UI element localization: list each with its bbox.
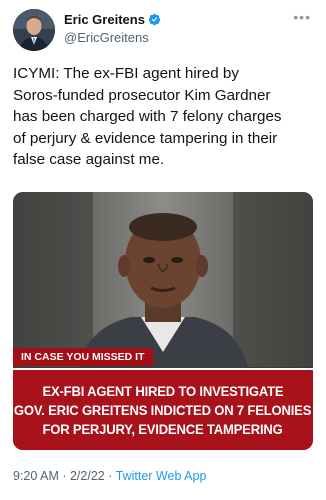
headline-banner: EX-FBI AGENT HIRED TO INVESTIGATE GOV. E…: [13, 368, 313, 450]
tweet-media[interactable]: IN CASE YOU MISSED IT EX-FBI AGENT HIRED…: [13, 192, 313, 450]
headline-line: GOV. ERIC GREITENS INDICTED ON 7 FELONIE…: [14, 402, 312, 419]
headline-line: EX-FBI AGENT HIRED TO INVESTIGATE: [42, 383, 284, 400]
mugshot-photo: [13, 192, 313, 367]
meta-separator: ·: [104, 469, 116, 483]
tweet-text: ICYMI: The ex-FBI agent hired by Soros-f…: [13, 65, 282, 168]
tweet-source[interactable]: Twitter Web App: [116, 469, 207, 483]
name-row: Eric Greitens: [64, 12, 161, 27]
more-options-icon[interactable]: •••: [293, 9, 311, 25]
headline-line: FOR PERJURY, EVIDENCE TAMPERING: [42, 421, 284, 438]
tweet-header: Eric Greitens @EricGreitens •••: [13, 9, 313, 51]
meta-separator: ·: [58, 469, 70, 483]
tweet-time[interactable]: 9:20 AM: [13, 469, 59, 483]
tweet-meta: 9:20 AM · 2/2/22 · Twitter Web App: [13, 469, 206, 483]
verified-badge-icon: [148, 13, 161, 26]
banner-tag: IN CASE YOU MISSED IT: [13, 348, 153, 366]
tweet-date[interactable]: 2/2/22: [70, 469, 105, 483]
handle[interactable]: @EricGreitens: [64, 30, 149, 45]
avatar[interactable]: [13, 9, 55, 51]
display-name[interactable]: Eric Greitens: [64, 12, 145, 27]
